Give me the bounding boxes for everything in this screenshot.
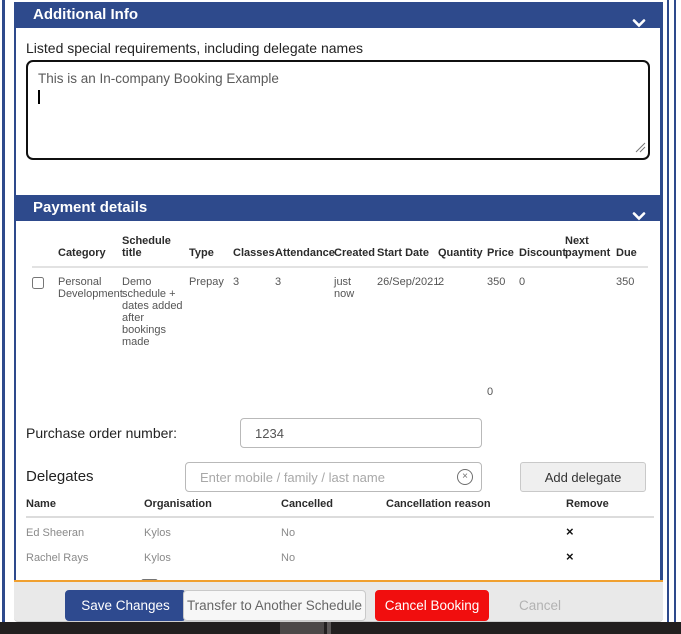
cell-discount: 0 <box>519 267 565 348</box>
col-attendance: Attendance <box>275 235 334 267</box>
additional-info-title: Additional Info <box>33 6 138 23</box>
delegates-label: Delegates <box>26 468 94 485</box>
booking-panel: Additional Info Listed special requireme… <box>14 2 663 580</box>
page-right-border-inner <box>667 0 669 622</box>
delegate-reason <box>386 543 566 569</box>
cell-type: Prepay <box>189 267 233 348</box>
page-left-border <box>2 0 5 622</box>
col-cancelled: Cancelled <box>281 498 386 517</box>
purchase-order-input[interactable] <box>240 418 482 448</box>
horizontal-scrollbar-track[interactable] <box>0 622 681 634</box>
price-total-value: 0 <box>487 348 519 408</box>
col-discount: Discount <box>519 235 565 267</box>
col-schedule-title: Schedule title <box>122 235 189 267</box>
col-organisation: Organisation <box>144 498 281 517</box>
payment-table: Category Schedule title Type Classes Att… <box>32 235 648 408</box>
col-type: Type <box>189 235 233 267</box>
transfer-schedule-button[interactable]: Transfer to Another Schedule <box>183 590 366 621</box>
text-cursor <box>38 90 40 104</box>
checkbox-column-header <box>32 235 58 267</box>
special-requirements-label: Listed special requirements, including d… <box>26 40 650 56</box>
cell-created: just now <box>334 267 377 348</box>
cell-classes: 3 <box>233 267 275 348</box>
delegate-cancelled: No <box>281 543 386 569</box>
payment-row: Personal Development Demo schedule + dat… <box>32 267 648 348</box>
delegates-header-row: Name Organisation Cancelled Cancellation… <box>26 498 654 517</box>
delegate-row: Ed Sheeran Kylos No × <box>26 517 654 543</box>
booking-edit-screen: Additional Info Listed special requireme… <box>0 0 681 634</box>
cell-due: 350 <box>616 267 648 348</box>
additional-info-header[interactable]: Additional Info <box>16 2 660 28</box>
cell-start-date: 26/Sep/2021 <box>377 267 438 348</box>
delegate-name: Ed Sheeran <box>26 517 144 543</box>
payment-row-checkbox[interactable] <box>32 277 44 289</box>
delegate-name: Rachel Rays <box>26 543 144 569</box>
cell-price: 350 <box>487 267 519 348</box>
cell-category: Personal Development <box>58 267 122 348</box>
delegates-control-row: Delegates × Add delegate <box>26 462 650 492</box>
chevron-down-icon[interactable] <box>632 11 646 37</box>
purchase-order-label: Purchase order number: <box>26 425 177 441</box>
action-footer: Save Changes Transfer to Another Schedul… <box>14 580 663 622</box>
col-remove: Remove <box>566 498 654 517</box>
cancel-button[interactable]: Cancel <box>480 590 600 621</box>
horizontal-scrollbar-thumb[interactable] <box>280 622 324 634</box>
delegate-row: Rachel Rays Kylos No × <box>26 543 654 569</box>
delegate-reason <box>386 517 566 543</box>
special-requirements-textarea[interactable]: This is an In-company Booking Example <box>26 60 650 160</box>
clear-search-icon[interactable]: × <box>457 469 473 485</box>
col-name: Name <box>26 498 144 517</box>
col-price: Price <box>487 235 519 267</box>
delegate-organisation: Kylos <box>144 543 281 569</box>
col-classes: Classes <box>233 235 275 267</box>
delegate-search-wrap: × <box>185 462 482 492</box>
purchase-order-row: Purchase order number: <box>26 418 650 448</box>
payment-details-title: Payment details <box>33 199 147 216</box>
save-changes-button[interactable]: Save Changes <box>65 590 186 621</box>
col-quantity: Quantity <box>438 235 487 267</box>
add-delegate-button[interactable]: Add delegate <box>520 462 646 492</box>
col-start-date: Start Date <box>377 235 438 267</box>
delegates-table: Name Organisation Cancelled Cancellation… <box>26 498 654 569</box>
cell-attendance: 3 <box>275 267 334 348</box>
cell-quantity: 2 <box>438 267 487 348</box>
scrollbar-segment <box>327 622 331 634</box>
col-created: Created <box>334 235 377 267</box>
col-cancellation-reason: Cancellation reason <box>386 498 566 517</box>
col-category: Category <box>58 235 122 267</box>
note-text: This is an In-company Booking Example <box>38 71 638 86</box>
resize-grip-icon[interactable] <box>635 141 646 156</box>
cancel-booking-button[interactable]: Cancel Booking <box>375 590 489 621</box>
remove-delegate-icon[interactable]: × <box>566 543 654 569</box>
cell-schedule-title: Demo schedule + dates added after bookin… <box>122 267 189 348</box>
remove-delegate-icon[interactable]: × <box>566 517 654 543</box>
delegate-organisation: Kylos <box>144 517 281 543</box>
col-due: Due <box>616 235 648 267</box>
payment-total-row: 0 <box>32 348 648 408</box>
chevron-down-icon[interactable] <box>632 204 646 230</box>
payment-details-header[interactable]: Payment details <box>16 195 660 221</box>
col-next-payment: Next payment <box>565 235 616 267</box>
payment-table-header-row: Category Schedule title Type Classes Att… <box>32 235 648 267</box>
cell-next-payment <box>565 267 616 348</box>
page-right-border-outer <box>674 0 676 622</box>
delegate-search-input[interactable] <box>185 462 482 492</box>
delegate-cancelled: No <box>281 517 386 543</box>
